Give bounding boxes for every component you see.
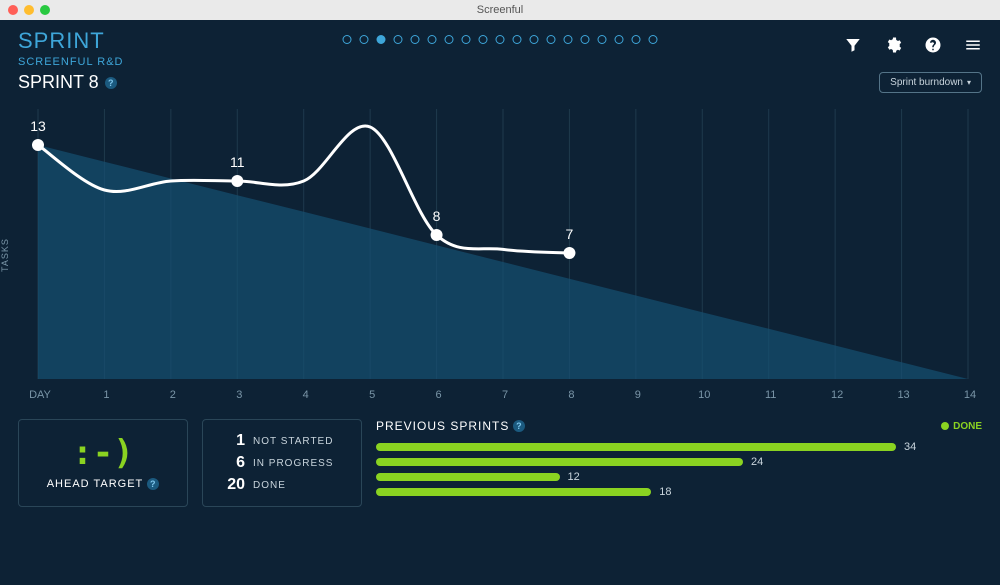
window-close-button[interactable] <box>8 5 18 15</box>
pager-dot[interactable] <box>377 35 386 44</box>
count-label: DONE <box>253 480 286 491</box>
previous-sprint-bar <box>376 488 651 496</box>
gear-icon[interactable] <box>884 36 902 59</box>
previous-sprint-bar-row: 18 <box>376 486 982 498</box>
pager-dot[interactable] <box>411 35 420 44</box>
x-axis-tick: 4 <box>303 389 309 401</box>
page-indicator <box>343 35 658 44</box>
previous-sprints-panel: PREVIOUS SPRINTS ? DONE 34 24 12 18 <box>376 419 982 507</box>
chart-type-dropdown-label: Sprint burndown <box>890 77 963 88</box>
pager-dot[interactable] <box>360 35 369 44</box>
previous-sprint-value: 12 <box>568 471 580 483</box>
previous-sprint-bar <box>376 443 896 451</box>
x-axis-tick: 10 <box>698 389 710 401</box>
header-sprint-label: SPRINT <box>18 28 124 54</box>
pager-dot[interactable] <box>632 35 641 44</box>
sprint-title: SPRINT 8 <box>18 72 99 93</box>
chevron-down-icon: ▾ <box>967 78 971 87</box>
pager-dot[interactable] <box>479 35 488 44</box>
previous-sprint-bar-row: 34 <box>376 441 982 453</box>
previous-sprint-value: 24 <box>751 456 763 468</box>
window-minimize-button[interactable] <box>24 5 34 15</box>
pager-dot[interactable] <box>462 35 471 44</box>
count-number: 6 <box>217 454 245 472</box>
previous-sprint-value: 34 <box>904 441 916 453</box>
window-maximize-button[interactable] <box>40 5 50 15</box>
x-axis-tick: 5 <box>369 389 375 401</box>
x-axis-tick: 1 <box>103 389 109 401</box>
mac-titlebar: Screenful <box>0 0 1000 20</box>
data-point-label: 7 <box>566 226 574 242</box>
x-axis-tick: 12 <box>831 389 843 401</box>
x-axis-tick: 6 <box>436 389 442 401</box>
x-axis-tick: 14 <box>964 389 976 401</box>
x-axis-tick: 11 <box>765 389 776 401</box>
pager-dot[interactable] <box>547 35 556 44</box>
previous-sprint-bar-row: 24 <box>376 456 982 468</box>
task-counts-box: 1 NOT STARTED 6 IN PROGRESS 20 DONE <box>202 419 362 507</box>
previous-sprint-bar-row: 12 <box>376 471 982 483</box>
previous-sprints-help-icon[interactable]: ? <box>513 420 525 432</box>
x-axis-tick: 3 <box>236 389 242 401</box>
data-point-label: 13 <box>30 118 46 134</box>
previous-sprints-title: PREVIOUS SPRINTS <box>376 419 509 433</box>
data-point <box>431 229 443 241</box>
pager-dot[interactable] <box>428 35 437 44</box>
pager-dot[interactable] <box>530 35 539 44</box>
done-legend: DONE <box>941 421 982 432</box>
pager-dot[interactable] <box>394 35 403 44</box>
data-point <box>32 139 44 151</box>
data-point-label: 11 <box>230 154 245 170</box>
burndown-chart: 13 11 8 7 <box>18 99 978 389</box>
count-number: 20 <box>217 476 245 494</box>
chart-type-dropdown[interactable]: Sprint burndown ▾ <box>879 72 982 93</box>
data-point-label: 8 <box>433 208 441 224</box>
pager-dot[interactable] <box>649 35 658 44</box>
status-help-icon[interactable]: ? <box>147 478 159 490</box>
done-legend-label: DONE <box>953 421 982 432</box>
status-label: AHEAD TARGET <box>47 478 144 490</box>
count-number: 1 <box>217 432 245 450</box>
pager-dot[interactable] <box>598 35 607 44</box>
x-axis-tick: 9 <box>635 389 641 401</box>
help-icon[interactable] <box>924 36 942 59</box>
header-project-name: SCREENFUL R&D <box>18 56 124 68</box>
data-point <box>563 247 575 259</box>
status-emoticon: :-) <box>72 436 133 470</box>
y-axis-label: TASKS <box>0 238 10 272</box>
x-axis-tick: 2 <box>170 389 176 401</box>
count-label: NOT STARTED <box>253 436 333 447</box>
pager-dot[interactable] <box>343 35 352 44</box>
pager-dot[interactable] <box>496 35 505 44</box>
previous-sprint-value: 18 <box>659 486 671 498</box>
status-box: :-) AHEAD TARGET ? <box>18 419 188 507</box>
pager-dot[interactable] <box>513 35 522 44</box>
pager-dot[interactable] <box>581 35 590 44</box>
data-point <box>231 175 243 187</box>
pager-dot[interactable] <box>445 35 454 44</box>
done-legend-dot-icon <box>941 422 949 430</box>
count-row: 20 DONE <box>217 476 347 494</box>
x-axis-tick: 8 <box>568 389 574 401</box>
pager-dot[interactable] <box>564 35 573 44</box>
x-axis-tick: 7 <box>502 389 508 401</box>
window-title: Screenful <box>8 4 992 16</box>
previous-sprint-bar <box>376 473 560 481</box>
count-label: IN PROGRESS <box>253 458 333 469</box>
sprint-title-help-icon[interactable]: ? <box>105 77 117 89</box>
previous-sprint-bar <box>376 458 743 466</box>
count-row: 1 NOT STARTED <box>217 432 347 450</box>
pager-dot[interactable] <box>615 35 624 44</box>
filter-icon[interactable] <box>844 36 862 59</box>
count-row: 6 IN PROGRESS <box>217 454 347 472</box>
x-axis-tick: DAY <box>29 389 51 401</box>
x-axis-tick: 13 <box>897 389 909 401</box>
menu-icon[interactable] <box>964 36 982 59</box>
